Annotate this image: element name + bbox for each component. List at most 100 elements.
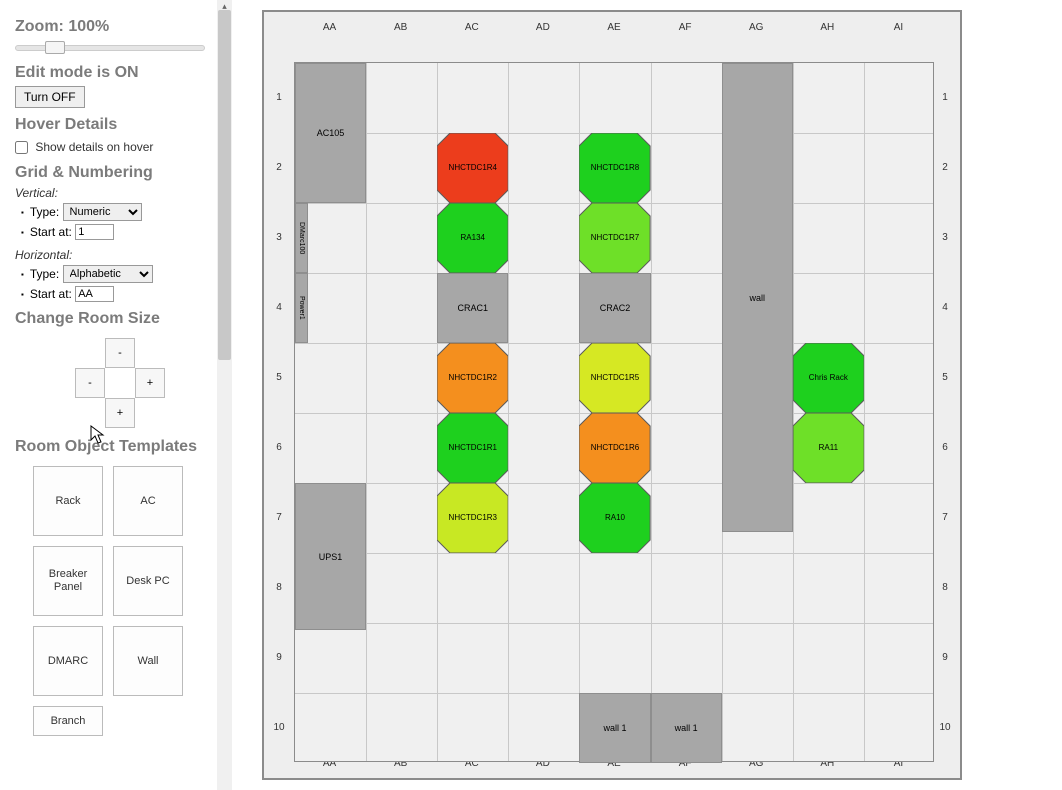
horizontal-options-list: Type: Alphabetic Start at: [21,265,217,302]
vertical-type-label: Type: [30,205,59,219]
template-grid: RackACBreaker PanelDesk PCDMARCWall Branc… [33,466,217,736]
vertical-type-select[interactable]: Numeric [63,203,142,221]
floor-object-crac1[interactable]: CRAC1 [437,273,508,343]
sidebar-scrollbar-thumb[interactable] [218,10,231,360]
column-header-top: AAABACADAEAFAGAHAI [264,12,960,42]
template-branch[interactable]: Branch [33,706,103,736]
zoom-slider-wrap [15,40,217,56]
sidebar: ▴ Zoom: 100% Edit mode is ON Turn OFF Ho… [0,0,232,790]
rack-label: NHCTDC1R8 [579,133,650,203]
template-wall[interactable]: Wall [113,626,183,696]
rack-nhctdc1r5[interactable]: NHCTDC1R5 [579,343,650,413]
hover-details-checkbox[interactable] [15,141,28,154]
zoom-slider[interactable] [15,40,205,56]
col-header-AF: AF [650,12,721,42]
rack-ra11[interactable]: RA11 [793,413,864,483]
rack-label: NHCTDC1R7 [579,203,650,273]
col-header-AC: AC [436,12,507,42]
room-size-shrink-left-button[interactable]: - [75,368,105,398]
template-breaker-panel[interactable]: Breaker Panel [33,546,103,616]
rack-label: NHCTDC1R6 [579,413,650,483]
floor-object-wall1a[interactable]: wall 1 [579,693,650,763]
row-header-8: 8 [264,552,294,622]
floor-object-ac105[interactable]: AC105 [295,63,366,203]
col-header-AH: AH [792,12,863,42]
room-templates-heading: Room Object Templates [15,438,217,456]
horizontal-start-input[interactable] [75,286,114,302]
row-header-3: 3 [930,202,960,272]
rack-nhctdc1r1[interactable]: NHCTDC1R1 [437,413,508,483]
rack-nhctdc1r8[interactable]: NHCTDC1R8 [579,133,650,203]
row-header-spacer-top [264,12,294,62]
horizontal-type-select[interactable]: Alphabetic [63,265,153,283]
template-dmarc[interactable]: DMARC [33,626,103,696]
row-header-7: 7 [264,482,294,552]
row-header-4: 4 [264,272,294,342]
zoom-slider-thumb[interactable] [45,41,65,54]
rack-chris-rack[interactable]: Chris Rack [793,343,864,413]
row-header-2: 2 [264,132,294,202]
rack-ra134[interactable]: RA134 [437,203,508,273]
rack-label: RA11 [793,413,864,483]
floor-object-ups1[interactable]: UPS1 [295,483,366,630]
room-size-grow-right-button[interactable]: + [135,368,165,398]
zoom-slider-track [15,45,205,51]
row-header-right: 12345678910 [930,12,960,778]
horizontal-label: Horizontal: [15,248,217,262]
template-ac[interactable]: AC [113,466,183,536]
row-header-2: 2 [930,132,960,202]
rack-label: NHCTDC1R5 [579,343,650,413]
floor-object-dmarc100[interactable]: DMarc100 [295,203,308,273]
canvas-wrap: AAABACADAEAFAGAHAI AAABACADAEAFAGAHAI 12… [232,0,1062,790]
floor-object-wall1b[interactable]: wall 1 [651,693,722,763]
room-size-shrink-top-button[interactable]: - [105,338,135,368]
row-header-3: 3 [264,202,294,272]
rack-nhctdc1r2[interactable]: NHCTDC1R2 [437,343,508,413]
template-rack[interactable]: Rack [33,466,103,536]
room-size-heading: Change Room Size [15,310,217,328]
row-header-5: 5 [930,342,960,412]
horizontal-type-row: Type: Alphabetic [21,265,217,283]
floor-object-crac2[interactable]: CRAC2 [579,273,650,343]
row-header-10: 10 [930,692,960,762]
row-header-6: 6 [264,412,294,482]
row-header-9: 9 [930,622,960,692]
sidebar-scrollbar-track[interactable]: ▴ [217,0,232,790]
floor-object-power1[interactable]: Power1 [295,273,308,343]
floor-plan[interactable]: AAABACADAEAFAGAHAI AAABACADAEAFAGAHAI 12… [262,10,962,780]
edit-mode-toggle-button[interactable]: Turn OFF [15,86,85,108]
hover-details-row[interactable]: Show details on hover [15,140,153,154]
horizontal-type-label: Type: [30,267,59,281]
room-size-grow-bottom-button[interactable]: + [105,398,135,428]
row-header-left: 12345678910 [264,12,294,778]
floor-object-wall[interactable]: wall [722,63,793,532]
col-header-AE: AE [578,12,649,42]
row-header-spacer-top [930,12,960,62]
rack-label: NHCTDC1R4 [437,133,508,203]
vertical-start-input[interactable] [75,224,114,240]
rack-label: NHCTDC1R2 [437,343,508,413]
vertical-start-row: Start at: [21,224,217,240]
gridline-h [295,553,933,554]
row-header-1: 1 [264,62,294,132]
gridline-v [508,63,509,761]
horizontal-start-row: Start at: [21,286,217,302]
rack-nhctdc1r6[interactable]: NHCTDC1R6 [579,413,650,483]
gridline-h [295,623,933,624]
row-header-10: 10 [264,692,294,762]
vertical-options-list: Type: Numeric Start at: [21,203,217,240]
rack-nhctdc1r4[interactable]: NHCTDC1R4 [437,133,508,203]
zoom-heading: Zoom: 100% [15,18,217,36]
col-header-AA: AA [294,12,365,42]
rack-nhctdc1r3[interactable]: NHCTDC1R3 [437,483,508,553]
rack-label: RA134 [437,203,508,273]
rack-label: RA10 [579,483,650,553]
row-header-9: 9 [264,622,294,692]
grid-numbering-heading: Grid & Numbering [15,164,217,182]
floor-grid: AC105DMarc100Power1 CRAC1 CRAC2 UPS1 wall wal… [294,62,934,762]
rack-nhctdc1r7[interactable]: NHCTDC1R7 [579,203,650,273]
horizontal-start-label: Start at: [30,287,72,301]
template-desk-pc[interactable]: Desk PC [113,546,183,616]
rack-label: Chris Rack [793,343,864,413]
rack-ra10[interactable]: RA10 [579,483,650,553]
